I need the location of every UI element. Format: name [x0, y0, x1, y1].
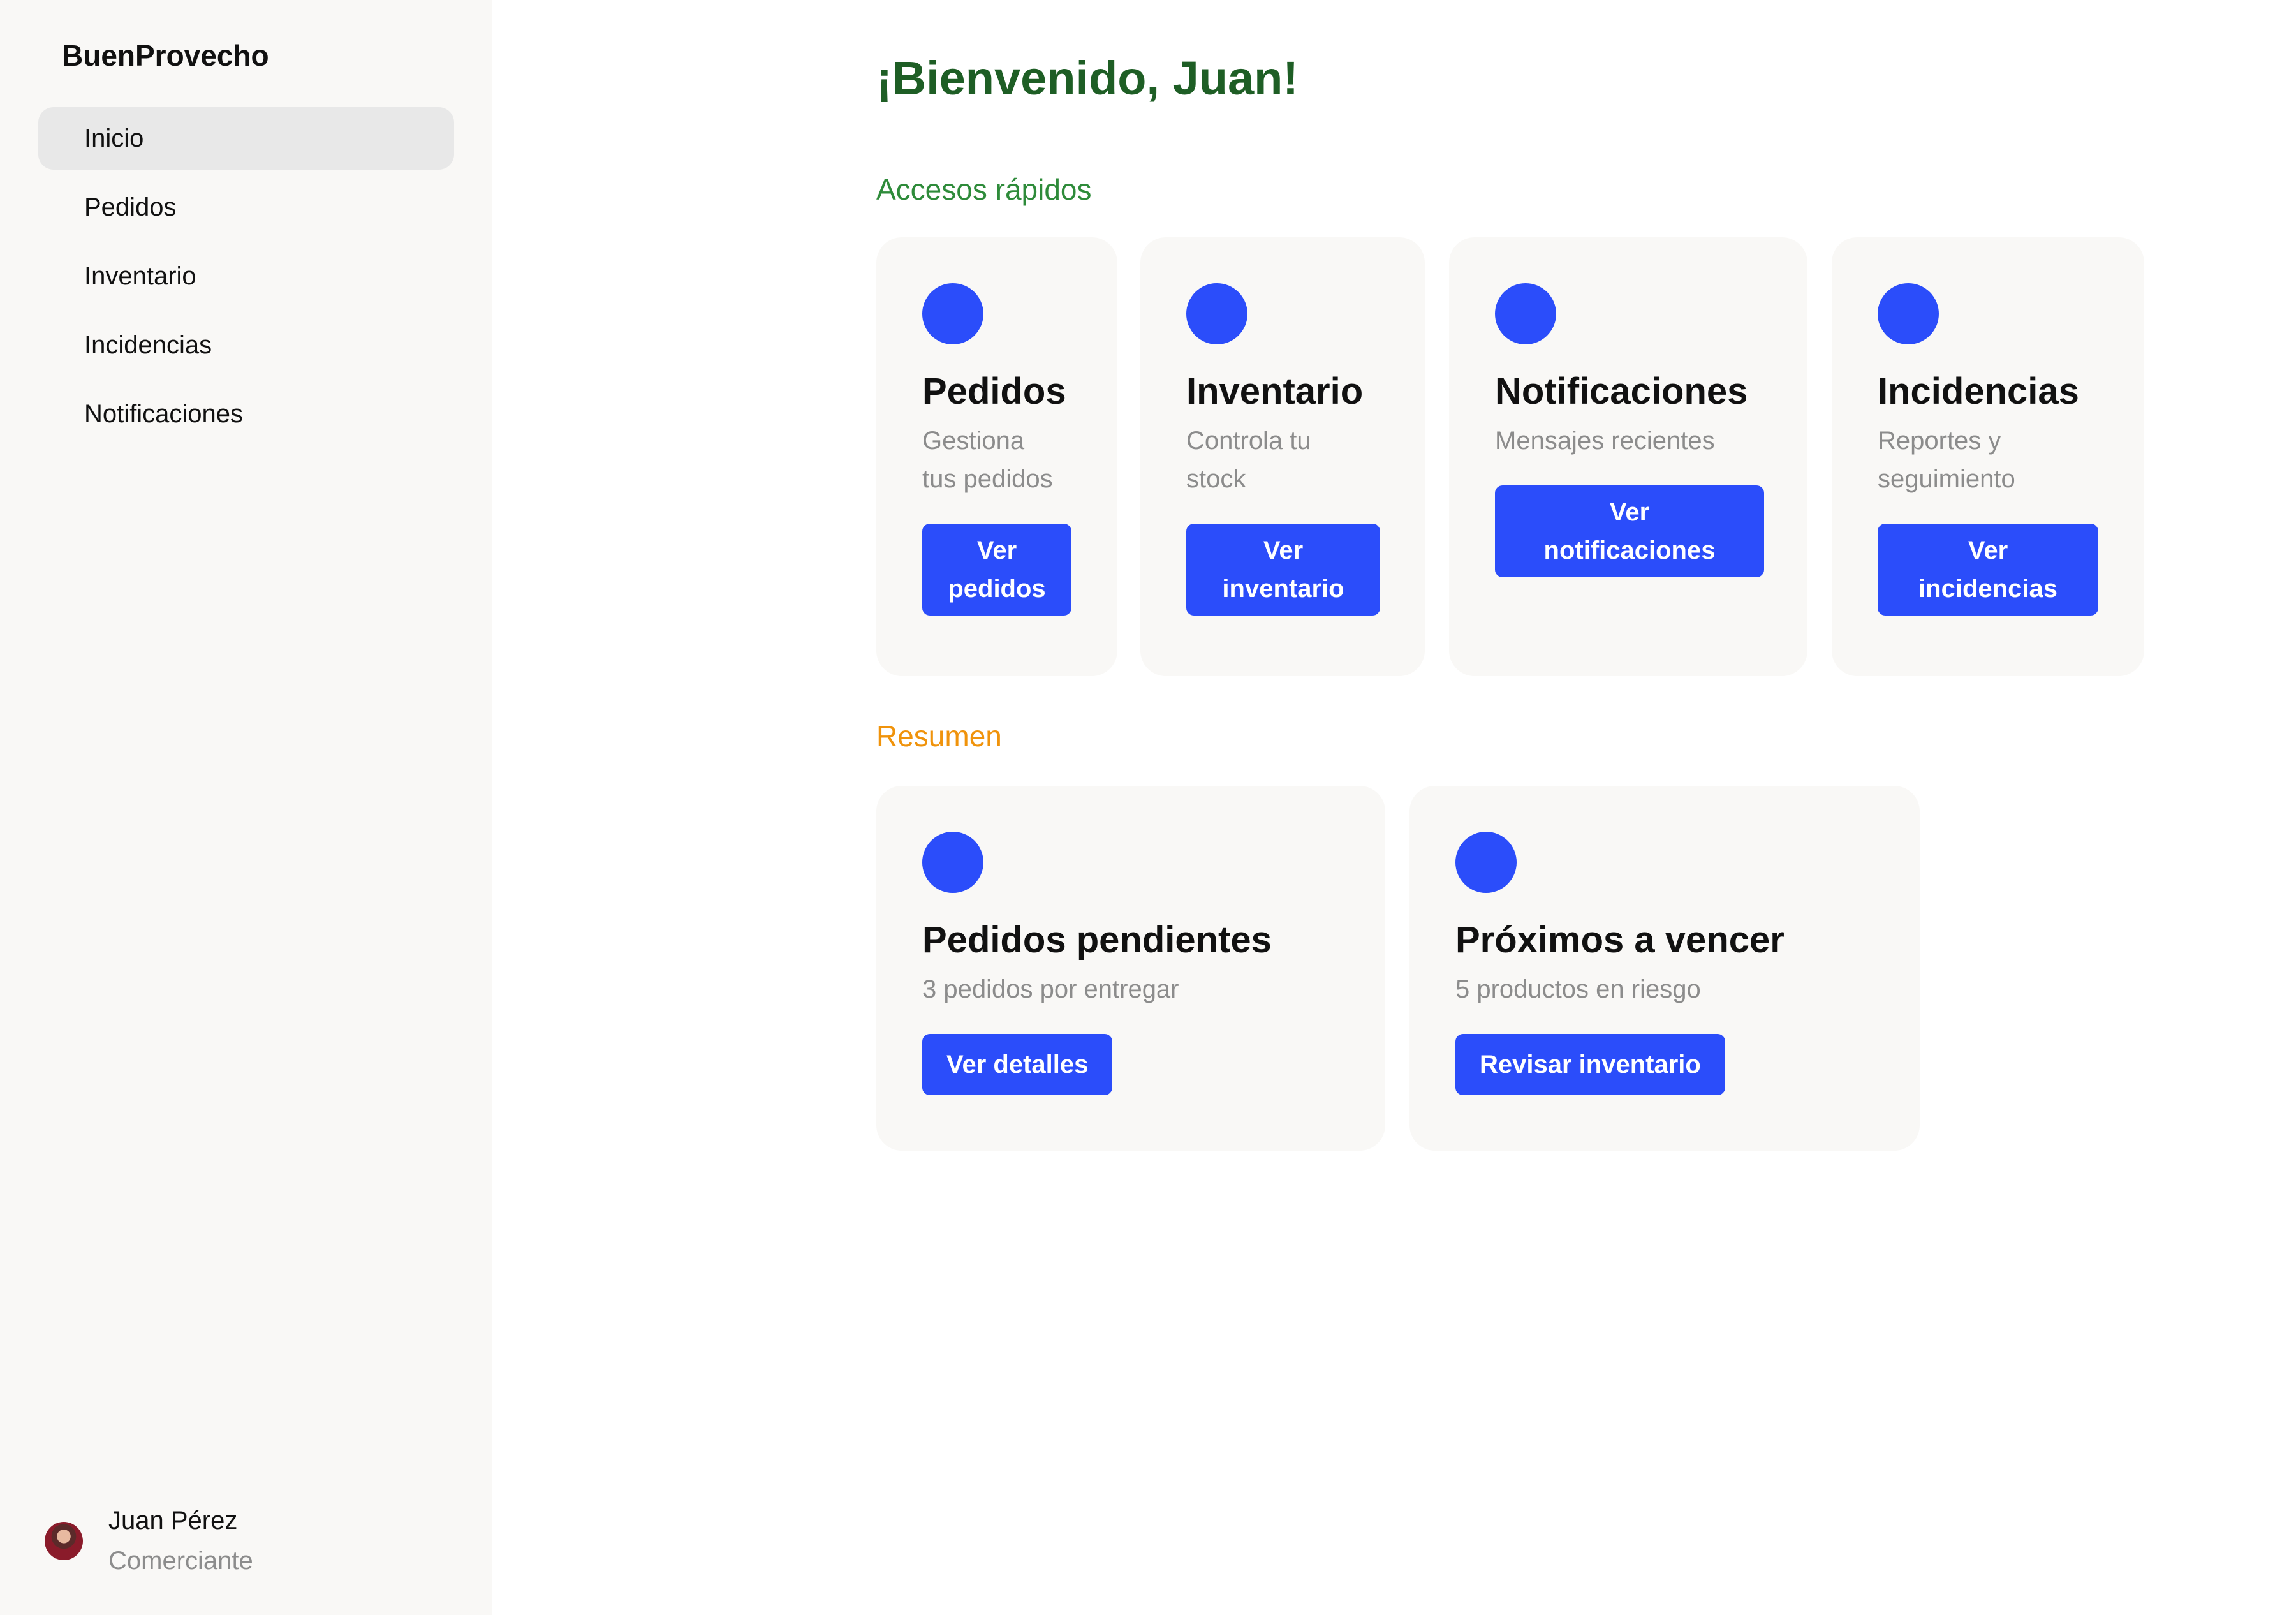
notificaciones-icon	[1495, 283, 1556, 344]
card-description-line: Mensajes recientes	[1495, 427, 1715, 455]
page-title: ¡Bienvenido, Juan!	[876, 52, 1299, 105]
button-label-line: Ver	[1263, 536, 1304, 564]
card-description: Mensajes recientes	[1495, 422, 1807, 460]
profile-role: Comerciante	[108, 1547, 253, 1575]
card-description-line: Controla tu	[1186, 427, 1311, 455]
quick-access-title: Accesos rápidos	[876, 173, 1092, 206]
ver-detalles-button[interactable]: Ver detalles	[922, 1034, 1113, 1095]
card-description: Gestiona tus pedidos	[922, 422, 1117, 498]
sidebar-item-incidencias[interactable]: Incidencias	[38, 314, 454, 376]
card-description-line: tus pedidos	[922, 465, 1053, 493]
card-description-line: Gestiona	[922, 427, 1025, 455]
incidencias-icon	[1878, 283, 1939, 344]
sidebar-nav: Inicio Pedidos Inventario Incidencias No…	[38, 107, 454, 452]
profile-text: Juan Pérez Comerciante	[108, 1507, 253, 1575]
card-title: Pedidos	[922, 371, 1066, 412]
card-description: 3 pedidos por entregar	[922, 975, 1179, 1003]
card-title: Incidencias	[1878, 371, 2079, 412]
card-title: Pedidos pendientes	[922, 919, 1272, 961]
proximos-a-vencer-icon	[1455, 832, 1517, 893]
summary-card-pedidos-pendientes: Pedidos pendientes 3 pedidos por entrega…	[876, 786, 1385, 1151]
quick-card-pedidos: Pedidos Gestiona tus pedidos Ver pedidos	[876, 237, 1117, 676]
card-description-line: stock	[1186, 465, 1246, 493]
sidebar-item-pedidos[interactable]: Pedidos	[38, 176, 454, 239]
card-description: Reportes y seguimiento	[1878, 422, 2144, 498]
brand-name: BuenProvecho	[62, 39, 269, 72]
button-label-line: inventario	[1222, 575, 1344, 603]
card-description-line: seguimiento	[1878, 465, 2015, 493]
ver-pedidos-button[interactable]: Ver pedidos	[922, 524, 1071, 616]
quick-card-inventario: Inventario Controla tu stock Ver inventa…	[1140, 237, 1425, 676]
quick-card-incidencias: Incidencias Reportes y seguimiento Ver i…	[1832, 237, 2144, 676]
card-description: 5 productos en riesgo	[1455, 975, 1701, 1003]
profile-name: Juan Pérez	[108, 1507, 238, 1535]
button-label-line: incidencias	[1918, 575, 2057, 603]
summary-title: Resumen	[876, 719, 1002, 753]
revisar-inventario-button[interactable]: Revisar inventario	[1455, 1034, 1725, 1095]
pedidos-icon	[922, 283, 983, 344]
ver-incidencias-button[interactable]: Ver incidencias	[1878, 524, 2098, 616]
user-profile[interactable]: Juan Pérez Comerciante	[45, 1507, 253, 1575]
button-label-line: pedidos	[948, 575, 1046, 603]
card-title: Notificaciones	[1495, 371, 1748, 412]
button-label-line: Ver	[1968, 536, 2008, 564]
sidebar-item-notificaciones[interactable]: Notificaciones	[38, 383, 454, 445]
summary-card-proximos-a-vencer: Próximos a vencer 5 productos en riesgo …	[1409, 786, 1920, 1151]
button-label-line: Ver	[1609, 498, 1650, 526]
avatar	[45, 1522, 83, 1560]
card-description: Controla tu stock	[1186, 422, 1425, 498]
card-title: Próximos a vencer	[1455, 919, 1785, 961]
ver-inventario-button[interactable]: Ver inventario	[1186, 524, 1380, 616]
card-description-line: Reportes y	[1878, 427, 2001, 455]
sidebar-item-inicio[interactable]: Inicio	[38, 107, 454, 170]
button-label-line: Ver	[976, 536, 1017, 564]
ver-notificaciones-button[interactable]: Ver notificaciones	[1495, 485, 1764, 577]
button-label-line: notificaciones	[1543, 536, 1716, 564]
quick-card-notificaciones: Notificaciones Mensajes recientes Ver no…	[1449, 237, 1807, 676]
card-title: Inventario	[1186, 371, 1364, 412]
sidebar: BuenProvecho Inicio Pedidos Inventario I…	[0, 0, 492, 1615]
pedidos-pendientes-icon	[922, 832, 983, 893]
sidebar-item-inventario[interactable]: Inventario	[38, 245, 454, 307]
inventario-icon	[1186, 283, 1247, 344]
